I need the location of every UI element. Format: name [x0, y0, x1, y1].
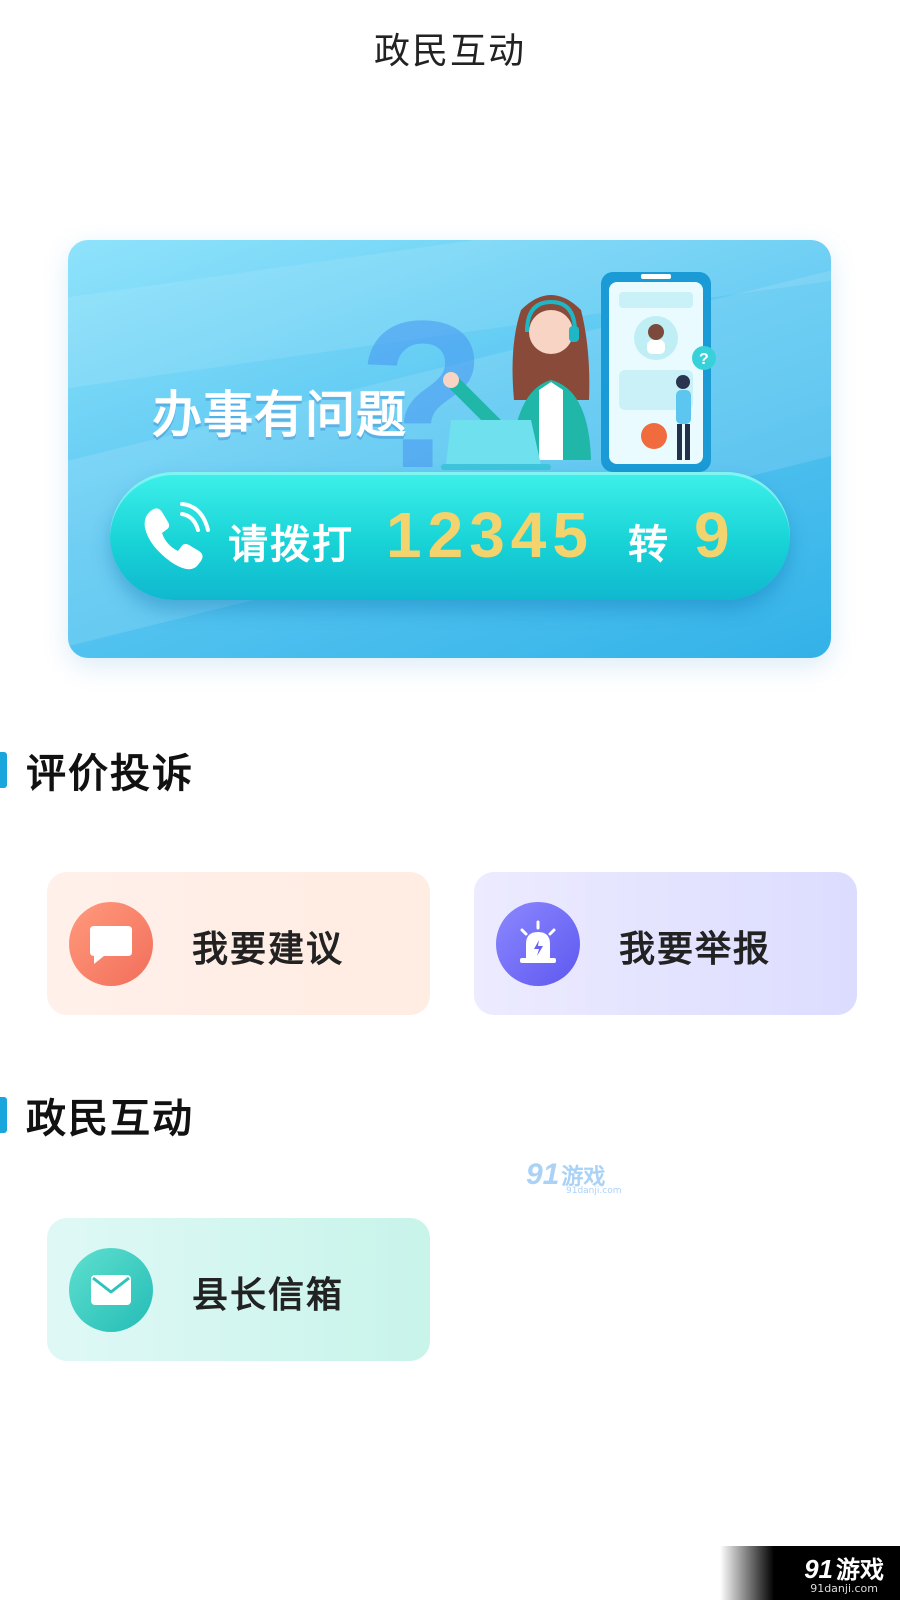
watermark-number: 91: [526, 1158, 560, 1191]
phone-ringing-icon: [144, 502, 210, 570]
envelope-icon: [69, 1248, 153, 1332]
watermark-domain: 91danji.com: [566, 1186, 622, 1196]
hotline-call-pill[interactable]: 请拨打 12345 转 9: [110, 472, 790, 600]
section-header-interaction: 政民互动: [0, 1090, 194, 1142]
call-transfer-label: 转: [628, 522, 668, 568]
report-card[interactable]: 我要举报: [474, 872, 857, 1015]
card-label: 我要建议: [192, 929, 345, 970]
corner-watermark-badge: 91 游戏 91danji.com: [720, 1546, 900, 1600]
hotline-number: 12345: [386, 499, 594, 571]
section-accent-bar: [0, 1097, 7, 1133]
suggest-card[interactable]: 我要建议: [47, 872, 430, 1015]
page: 政民互动 ? 办事有问题 ? 请拨打 12345 转 9 评价投诉 我要建议 我…: [0, 0, 900, 1600]
corner-number: 91: [804, 1554, 833, 1584]
card-label: 我要举报: [619, 929, 772, 970]
section-accent-bar: [0, 752, 7, 788]
call-prefix: 请拨打: [228, 522, 354, 568]
section-header-evaluation: 评价投诉: [0, 745, 194, 797]
hotline-banner[interactable]: ? 办事有问题 ? 请拨打 12345 转 9: [68, 240, 831, 658]
section-title: 评价投诉: [26, 751, 194, 797]
corner-domain: 91danji.com: [810, 1582, 878, 1595]
watermark-logo: 91 游戏 91danji.com: [526, 1158, 621, 1196]
svg-text:?: ?: [699, 351, 709, 368]
alarm-light-icon: [496, 902, 580, 986]
page-title: 政民互动: [373, 31, 526, 72]
speech-bubble-icon: [69, 902, 153, 986]
county-mailbox-card[interactable]: 县长信箱: [47, 1218, 430, 1361]
banner-headline: 办事有问题: [152, 386, 407, 444]
hotline-extension: 9: [694, 499, 730, 571]
corner-logo: 91 游戏: [804, 1550, 884, 1585]
section-title: 政民互动: [26, 1096, 194, 1142]
corner-text: 游戏: [836, 1556, 884, 1584]
card-label: 县长信箱: [192, 1275, 345, 1316]
